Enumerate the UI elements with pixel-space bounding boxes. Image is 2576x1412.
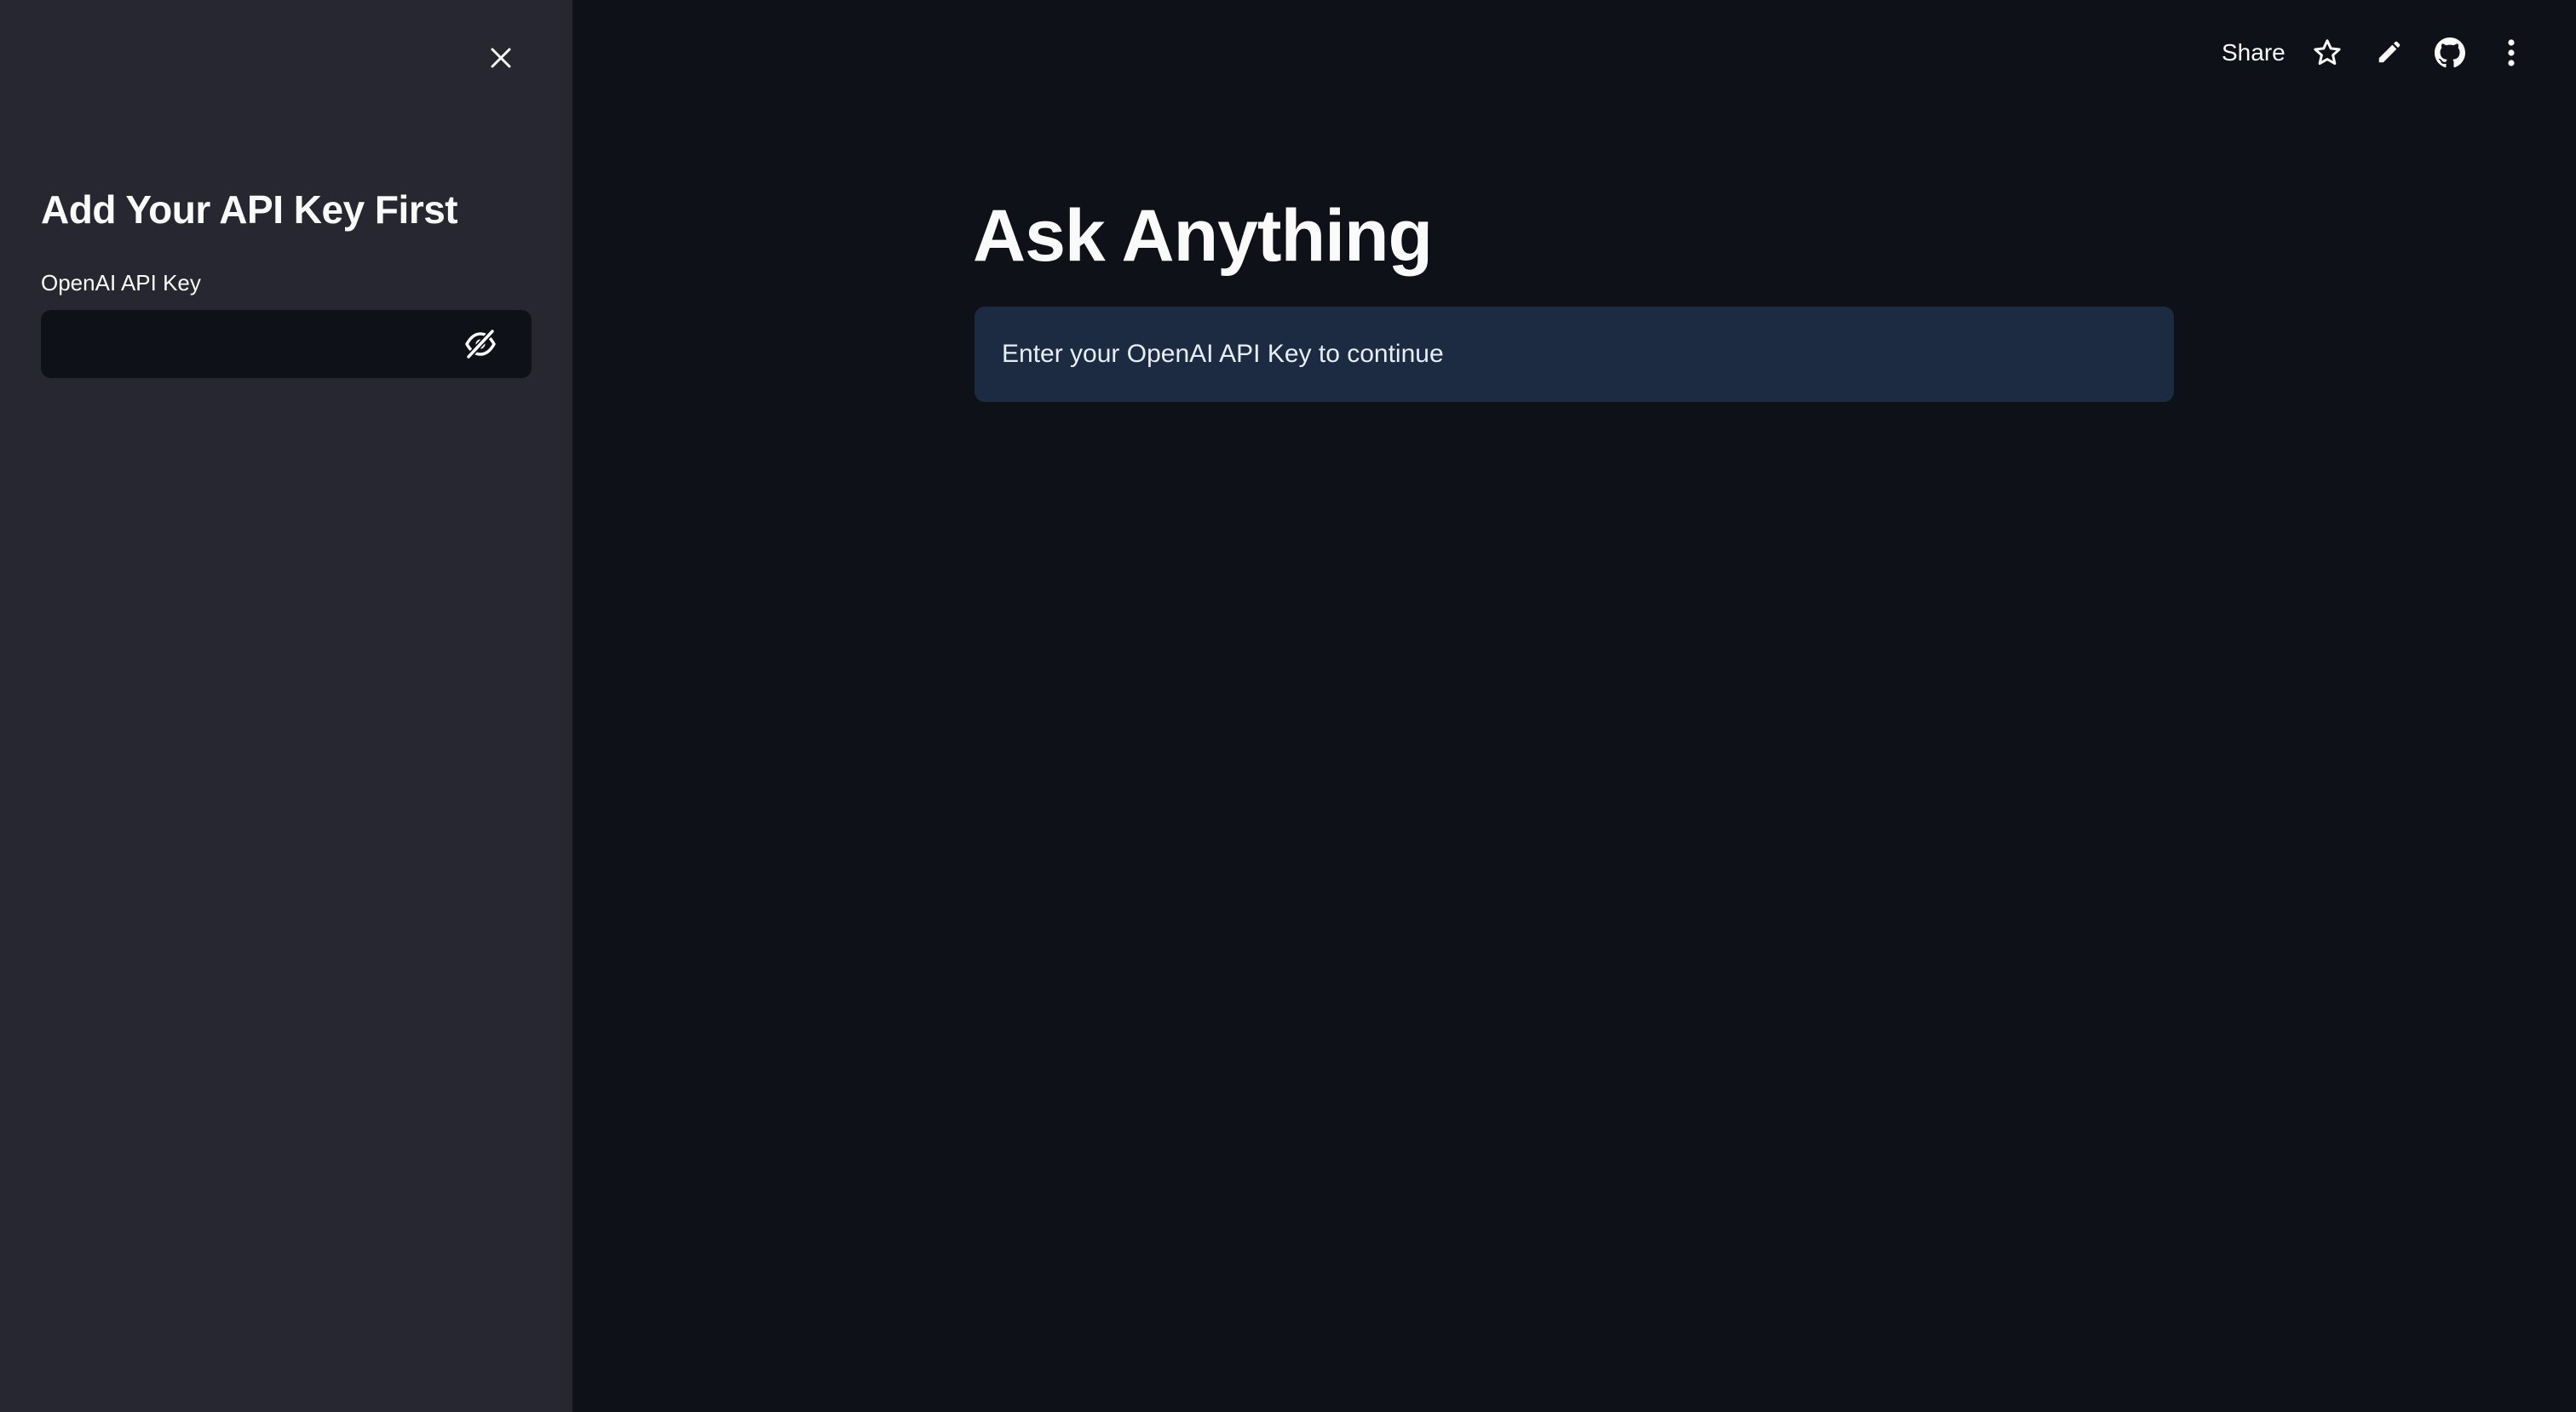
close-icon (491, 48, 511, 68)
main-menu-button[interactable] (2494, 36, 2528, 70)
github-icon (2435, 37, 2465, 68)
app-root: Add Your API Key First OpenAI API Key Sh… (0, 0, 2576, 1412)
toggle-visibility-button[interactable] (463, 327, 497, 361)
star-button[interactable] (2310, 36, 2344, 70)
info-message: Enter your OpenAI API Key to continue (1002, 340, 1444, 368)
api-key-field (41, 310, 532, 378)
page-title: Ask Anything (973, 195, 1433, 277)
share-button[interactable]: Share (2222, 36, 2286, 70)
sidebar-title: Add Your API Key First (41, 187, 458, 232)
more-vertical-icon (2508, 39, 2515, 66)
github-button[interactable] (2433, 36, 2467, 70)
sidebar: Add Your API Key First OpenAI API Key (0, 0, 572, 1412)
star-icon (2314, 39, 2341, 66)
info-alert: Enter your OpenAI API Key to continue (975, 307, 2174, 402)
pencil-icon (2378, 41, 2401, 63)
api-key-label: OpenAI API Key (41, 270, 201, 296)
close-sidebar-button[interactable] (484, 41, 518, 75)
eye-off-icon (465, 328, 496, 360)
edit-button[interactable] (2372, 36, 2406, 70)
api-key-input[interactable] (41, 310, 433, 378)
